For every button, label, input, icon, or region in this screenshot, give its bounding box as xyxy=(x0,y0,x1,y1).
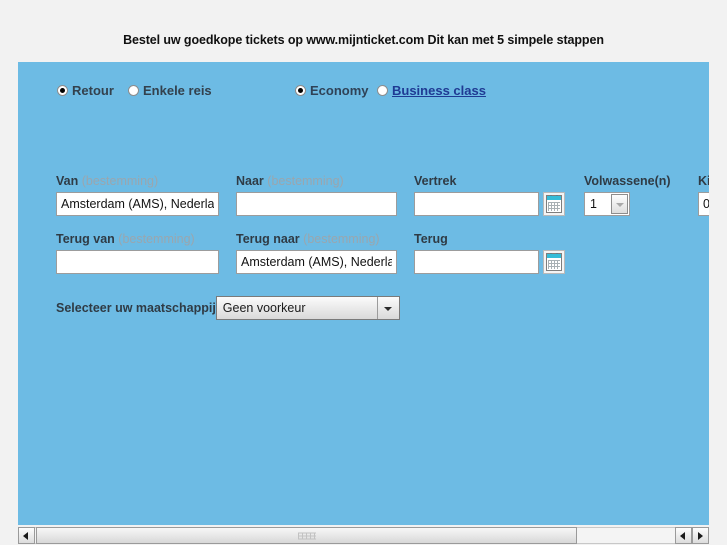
select-maatschappij-value: Geen voorkeur xyxy=(222,301,306,315)
radio-class-economy[interactable]: Economy xyxy=(295,80,369,100)
input-vertrek[interactable] xyxy=(414,192,539,216)
vertrek-date-row xyxy=(414,192,565,216)
input-naar[interactable] xyxy=(236,192,397,216)
calendar-icon xyxy=(546,195,562,213)
terug-date-row xyxy=(414,250,565,274)
radio-label-economy: Economy xyxy=(310,82,369,98)
label-volwassenen: Volwassene(n) xyxy=(584,174,671,189)
page-title: Bestel uw goedkope tickets op www.mijnti… xyxy=(123,33,604,47)
input-terug-naar[interactable] xyxy=(236,250,397,274)
label-terug-naar: Terug naar (bestemming) xyxy=(236,232,397,247)
chevron-down-icon[interactable] xyxy=(611,194,628,214)
label-kinderen-text: Kinderen xyxy=(698,174,709,188)
radio-trip-type-retour[interactable]: Retour xyxy=(57,80,114,100)
label-kinderen: Kinderen xyxy=(698,174,709,189)
scroll-left-arrow-icon[interactable] xyxy=(18,527,35,544)
label-terug-van-text: Terug van xyxy=(56,232,115,246)
input-kinderen[interactable] xyxy=(698,192,709,216)
field-kinderen: Kinderen xyxy=(698,174,709,216)
terug-calendar-button[interactable] xyxy=(543,250,565,274)
scroll-left-arrow-icon-secondary[interactable] xyxy=(675,527,692,544)
radio-label-business-class[interactable]: Business class xyxy=(392,83,486,98)
radio-class-business[interactable]: Business class xyxy=(377,80,486,100)
radio-trip-type-enkele-reis[interactable]: Enkele reis xyxy=(128,80,212,100)
radio-dot-icon[interactable] xyxy=(57,84,68,96)
label-van: Van (bestemming) xyxy=(56,174,219,189)
label-terug-naar-text: Terug naar xyxy=(236,232,300,246)
scrollbar-grip-icon xyxy=(297,532,316,539)
label-terug-van: Terug van (bestemming) xyxy=(56,232,219,247)
calendar-icon xyxy=(546,253,562,271)
label-vertrek-text: Vertrek xyxy=(414,174,457,188)
input-terug-van[interactable] xyxy=(56,250,219,274)
input-van[interactable] xyxy=(56,192,219,216)
header-bar: Bestel uw goedkope tickets op www.mijnti… xyxy=(0,0,727,62)
select-volwassenen-value: 1 xyxy=(590,197,597,211)
label-terug-text: Terug xyxy=(414,232,448,246)
radio-dot-icon[interactable] xyxy=(295,84,306,96)
company-row: Selecteer uw maatschappij Geen voorkeur xyxy=(56,296,400,320)
radio-dot-icon[interactable] xyxy=(128,84,139,96)
field-terug-naar: Terug naar (bestemming) xyxy=(236,232,397,274)
scroll-right-arrow-icon[interactable] xyxy=(692,527,709,544)
label-terug: Terug xyxy=(414,232,565,247)
horizontal-scrollbar[interactable] xyxy=(0,525,727,545)
radio-dot-icon[interactable] xyxy=(377,84,388,96)
select-volwassenen[interactable]: 1 xyxy=(584,192,630,216)
vertrek-calendar-button[interactable] xyxy=(543,192,565,216)
scrollbar-thumb[interactable] xyxy=(36,527,577,544)
field-naar: Naar (bestemming) xyxy=(236,174,397,216)
label-vertrek: Vertrek xyxy=(414,174,565,189)
label-van-hint: (bestemming) xyxy=(81,174,159,188)
options-row: Retour Enkele reis Economy Business clas… xyxy=(18,80,709,102)
field-van: Van (bestemming) xyxy=(56,174,219,216)
field-volwassenen: Volwassene(n) 1 xyxy=(584,174,671,216)
radio-label-enkele-reis: Enkele reis xyxy=(143,82,212,98)
select-maatschappij[interactable]: Geen voorkeur xyxy=(215,296,400,320)
chevron-down-icon[interactable] xyxy=(376,297,399,319)
label-terug-van-hint: (bestemming) xyxy=(118,232,195,246)
field-vertrek: Vertrek xyxy=(414,174,565,216)
input-terug[interactable] xyxy=(414,250,539,274)
field-terug: Terug xyxy=(414,232,565,274)
label-maatschappij: Selecteer uw maatschappij xyxy=(56,301,216,315)
label-naar-text: Naar xyxy=(236,174,264,188)
label-van-text: Van xyxy=(56,174,79,188)
field-terug-van: Terug van (bestemming) xyxy=(56,232,219,274)
label-terug-naar-hint: (bestemming) xyxy=(303,232,380,246)
label-naar: Naar (bestemming) xyxy=(236,174,397,189)
label-naar-hint: (bestemming) xyxy=(267,174,344,188)
label-volwassenen-text: Volwassene(n) xyxy=(584,174,671,188)
ticket-search-panel: Retour Enkele reis Economy Business clas… xyxy=(18,62,709,525)
radio-label-retour: Retour xyxy=(72,82,114,98)
